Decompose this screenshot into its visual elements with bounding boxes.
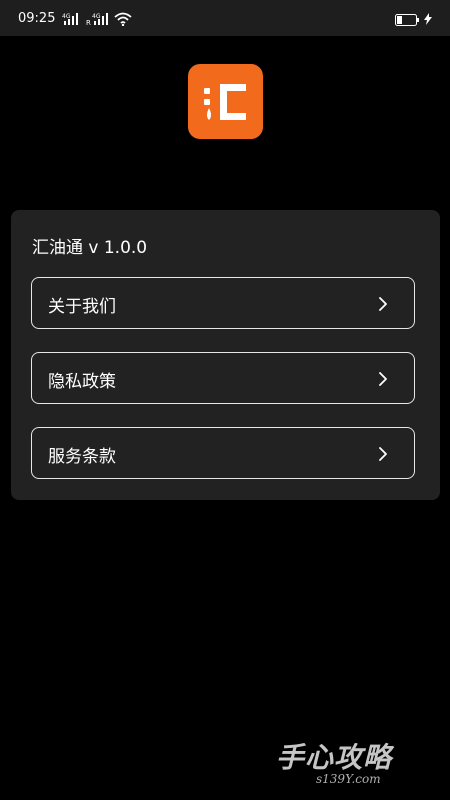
menu-item-about-us[interactable]: 关于我们 xyxy=(31,277,415,329)
signal-icon: 4G xyxy=(62,13,78,25)
charging-icon xyxy=(424,13,432,25)
status-bar: 09:25 4G 4G R xyxy=(0,0,450,36)
about-card: 汇油通 v 1.0.0 关于我们 隐私政策 服务条款 xyxy=(11,210,440,500)
battery-icon xyxy=(395,14,419,26)
chevron-right-icon xyxy=(379,447,387,461)
menu-item-privacy-policy[interactable]: 隐私政策 xyxy=(31,352,415,404)
menu-item-label: 服务条款 xyxy=(48,447,116,467)
signal2-tag: 4G xyxy=(92,13,101,20)
app-logo xyxy=(188,64,263,139)
watermark: 手心攻略 s139Y.com xyxy=(276,736,442,792)
menu-item-label: 隐私政策 xyxy=(48,372,116,392)
chevron-right-icon xyxy=(379,297,387,311)
watermark-text: 手心攻略 xyxy=(276,741,393,774)
watermark-sub: s139Y.com xyxy=(316,772,381,786)
signal1-tag: 4G xyxy=(62,13,71,20)
chevron-right-icon xyxy=(379,372,387,386)
wifi-icon xyxy=(114,12,132,26)
status-time: 09:25 xyxy=(18,11,56,26)
menu-item-terms-of-service[interactable]: 服务条款 xyxy=(31,427,415,479)
signal-icon-2: 4G R xyxy=(86,13,108,26)
app-version-label: 汇油通 v 1.0.0 xyxy=(32,238,148,258)
hui-logo-icon xyxy=(204,84,246,120)
menu-item-label: 关于我们 xyxy=(48,297,116,317)
roaming-tag: R xyxy=(86,19,91,26)
